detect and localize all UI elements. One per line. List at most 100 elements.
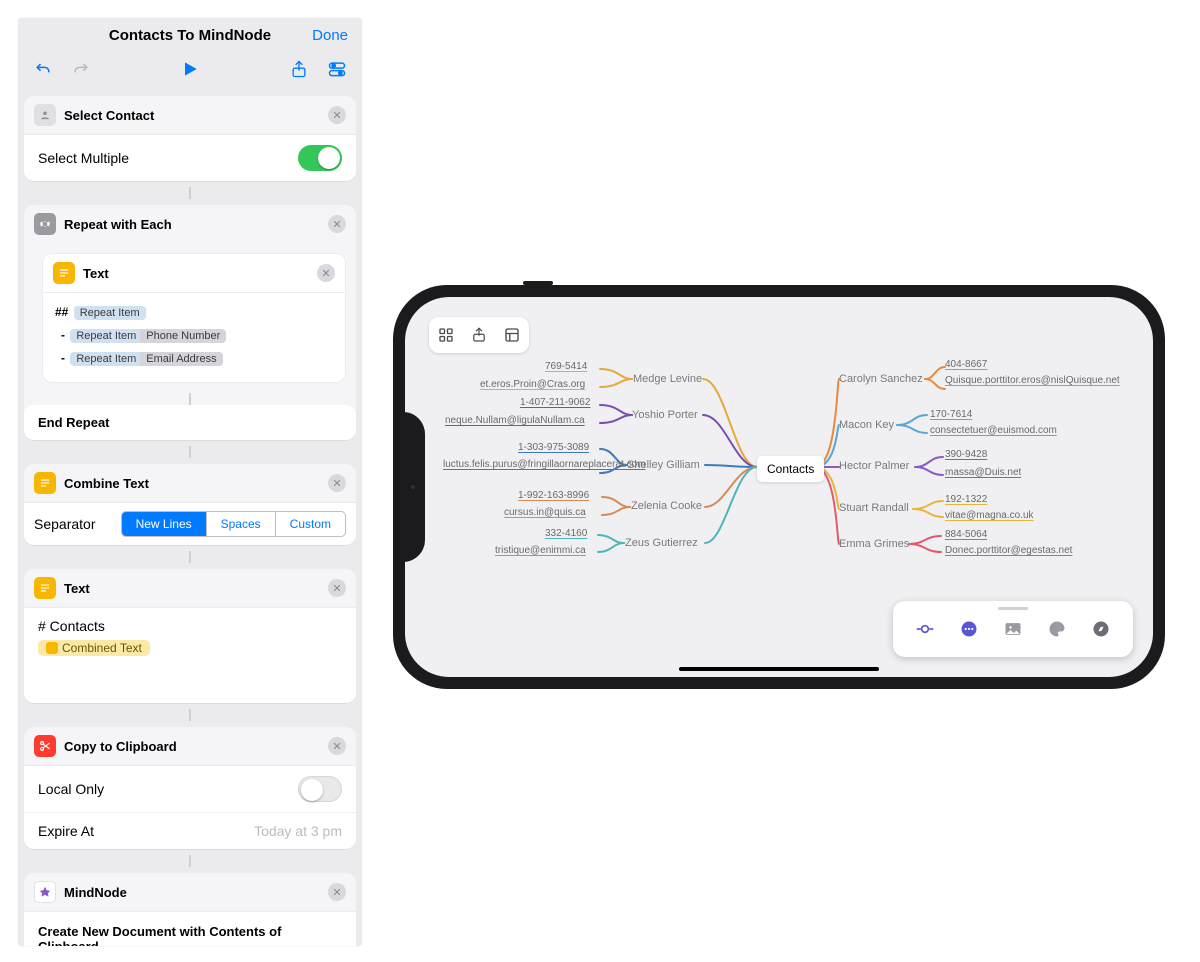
mindmap-node[interactable]: Emma Grimes (839, 538, 909, 550)
mindmap-node[interactable]: Carolyn Sanchez (839, 373, 923, 385)
close-icon[interactable]: ✕ (317, 264, 335, 282)
redo-icon (70, 58, 92, 80)
repeat-item-token[interactable]: Repeat Item (70, 352, 142, 366)
segment-custom[interactable]: Custom (275, 512, 345, 536)
mindmap-leaf-phone[interactable]: 884-5064 (945, 529, 987, 540)
play-icon[interactable] (179, 58, 201, 80)
home-indicator (679, 667, 879, 671)
text-icon (34, 472, 56, 494)
more-icon[interactable] (959, 619, 979, 639)
text-body[interactable]: ## Repeat Item - Repeat ItemPhone Number… (43, 293, 345, 382)
mindmap-node[interactable]: Hector Palmer (839, 460, 909, 472)
mindmap-node[interactable]: Zeus Gutierrez (625, 537, 698, 549)
undo-icon[interactable] (32, 58, 54, 80)
select-multiple-toggle[interactable] (298, 145, 342, 171)
row-expire-at[interactable]: Expire At Today at 3 pm (24, 812, 356, 849)
separator-segmented: New Lines Spaces Custom (121, 511, 346, 537)
mindmap-leaf-phone[interactable]: 1-407-211-9062 (520, 397, 590, 408)
mindmap-leaf-phone[interactable]: 390-9428 (945, 449, 987, 460)
close-icon[interactable]: ✕ (328, 215, 346, 233)
row-label: Separator (34, 516, 95, 532)
mindmap-leaf-phone[interactable]: 769-5414 (545, 361, 587, 372)
drag-handle-icon[interactable] (998, 607, 1028, 610)
mindmap-leaf-email[interactable]: tristique@enimmi.ca (495, 545, 586, 556)
action-mindnode: MindNode ✕ Create New Document with Cont… (24, 873, 356, 946)
local-only-toggle[interactable] (298, 776, 342, 802)
action-title: MindNode (64, 885, 320, 900)
shortcuts-panel: Contacts To MindNode Done (18, 18, 362, 946)
row-label: Local Only (38, 781, 104, 797)
mindmap-leaf-email[interactable]: et.eros.Proin@Cras.org (480, 379, 585, 390)
shortcut-title: Contacts To MindNode (109, 27, 271, 44)
action-text-nested: Text ✕ ## Repeat Item - Repeat ItemPhone… (42, 253, 346, 383)
mindmap-leaf-phone[interactable]: 332-4160 (545, 528, 587, 539)
repeat-item-token[interactable]: Repeat Item (74, 306, 146, 320)
action-title: Repeat with Each (64, 217, 320, 232)
action-select-contact: Select Contact ✕ Select Multiple (24, 96, 356, 181)
center-node[interactable]: Contacts (757, 456, 824, 482)
row-local-only: Local Only (24, 766, 356, 812)
mindnode-heading: Create New Document with Contents of Cli… (38, 924, 342, 946)
email-address-token[interactable]: Email Address (140, 352, 222, 366)
phone-number-token[interactable]: Phone Number (140, 329, 226, 343)
repeat-item-token[interactable]: Repeat Item (70, 329, 142, 343)
mindmap-node[interactable]: Yoshio Porter (632, 409, 698, 421)
action-title: Copy to Clipboard (64, 739, 320, 754)
close-icon[interactable]: ✕ (328, 579, 346, 597)
mindmap-leaf-email[interactable]: vitae@magna.co.uk (945, 510, 1034, 521)
action-title: Combine Text (64, 476, 320, 491)
row-label: Expire At (38, 823, 94, 839)
mindmap-leaf-email[interactable]: massa@Duis.net (945, 467, 1021, 478)
action-title: Select Contact (64, 108, 320, 123)
mindmap-node[interactable]: Medge Levine (633, 373, 702, 385)
mindmap-leaf-email[interactable]: consectetuer@euismod.com (930, 425, 1057, 436)
action-repeat: Repeat with Each ✕ Text ✕ ## Repeat (24, 205, 356, 440)
palette-icon[interactable] (1047, 619, 1067, 639)
settings-toggle-icon[interactable] (326, 58, 348, 80)
action-text: Text ✕ # Contacts Combined Text (24, 569, 356, 703)
end-repeat: End Repeat (24, 405, 356, 440)
segment-new-lines[interactable]: New Lines (122, 512, 206, 536)
mindmap-leaf-email[interactable]: Donec.porttitor@egestas.net (945, 545, 1072, 556)
gear-icon (34, 213, 56, 235)
share-icon[interactable] (288, 58, 310, 80)
close-icon[interactable]: ✕ (328, 737, 346, 755)
close-icon[interactable]: ✕ (328, 883, 346, 901)
mindmap-node[interactable]: Macon Key (839, 419, 894, 431)
mindmap-leaf-phone[interactable]: 1-303-975-3089 (518, 442, 589, 453)
mindmap-node[interactable]: Stuart Randall (839, 502, 909, 514)
mindnode-description: Create New Document with Contents of Cli… (24, 912, 356, 946)
mindmap-leaf-phone[interactable]: 192-1322 (945, 494, 987, 505)
mindmap-leaf-email[interactable]: cursus.in@quis.ca (504, 507, 586, 518)
text-field[interactable]: # Contacts Combined Text (24, 608, 356, 703)
text-icon (53, 262, 75, 284)
mindmap-leaf-email[interactable]: luctus.felis.purus@fringillaornareplacer… (443, 459, 603, 470)
close-icon[interactable]: ✕ (328, 474, 346, 492)
mindnode-inspector (893, 601, 1133, 657)
separator-row: Separator New Lines Spaces Custom (24, 503, 356, 545)
text-content: # Contacts (38, 618, 342, 634)
expire-value: Today at 3 pm (254, 823, 342, 839)
mindmap-leaf-phone[interactable]: 1-992-163-8996 (518, 490, 589, 501)
done-button[interactable]: Done (312, 27, 348, 44)
mindmap-leaf-email[interactable]: neque.Nullam@ligulaNullam.ca (445, 415, 585, 426)
segment-spaces[interactable]: Spaces (206, 512, 275, 536)
mindmap-leaf-phone[interactable]: 170-7614 (930, 409, 972, 420)
close-icon[interactable]: ✕ (328, 106, 346, 124)
compass-icon[interactable] (1091, 619, 1111, 639)
mindmap-leaf-phone[interactable]: 404-8667 (945, 359, 987, 370)
mindnode-app-icon (34, 881, 56, 903)
mindmap-leaf-email[interactable]: Quisque.porttitor.eros@nislQuisque.net (945, 375, 1120, 386)
action-title: Text (83, 266, 309, 281)
mindmap-node[interactable]: Zelenia Cooke (631, 500, 702, 512)
row-label: Select Multiple (38, 150, 129, 166)
image-icon[interactable] (1003, 619, 1023, 639)
action-combine-text: Combine Text ✕ Separator New Lines Space… (24, 464, 356, 545)
action-title: Text (64, 581, 320, 596)
iphone-mockup: Contacts Medge Levine 769-5414 et.eros.Pro… (393, 285, 1165, 689)
focus-icon[interactable] (915, 619, 935, 639)
scissors-icon (34, 735, 56, 757)
action-copy-clipboard: Copy to Clipboard ✕ Local Only Expire At… (24, 727, 356, 849)
contacts-app-icon (34, 104, 56, 126)
combined-text-token[interactable]: Combined Text (38, 640, 150, 656)
